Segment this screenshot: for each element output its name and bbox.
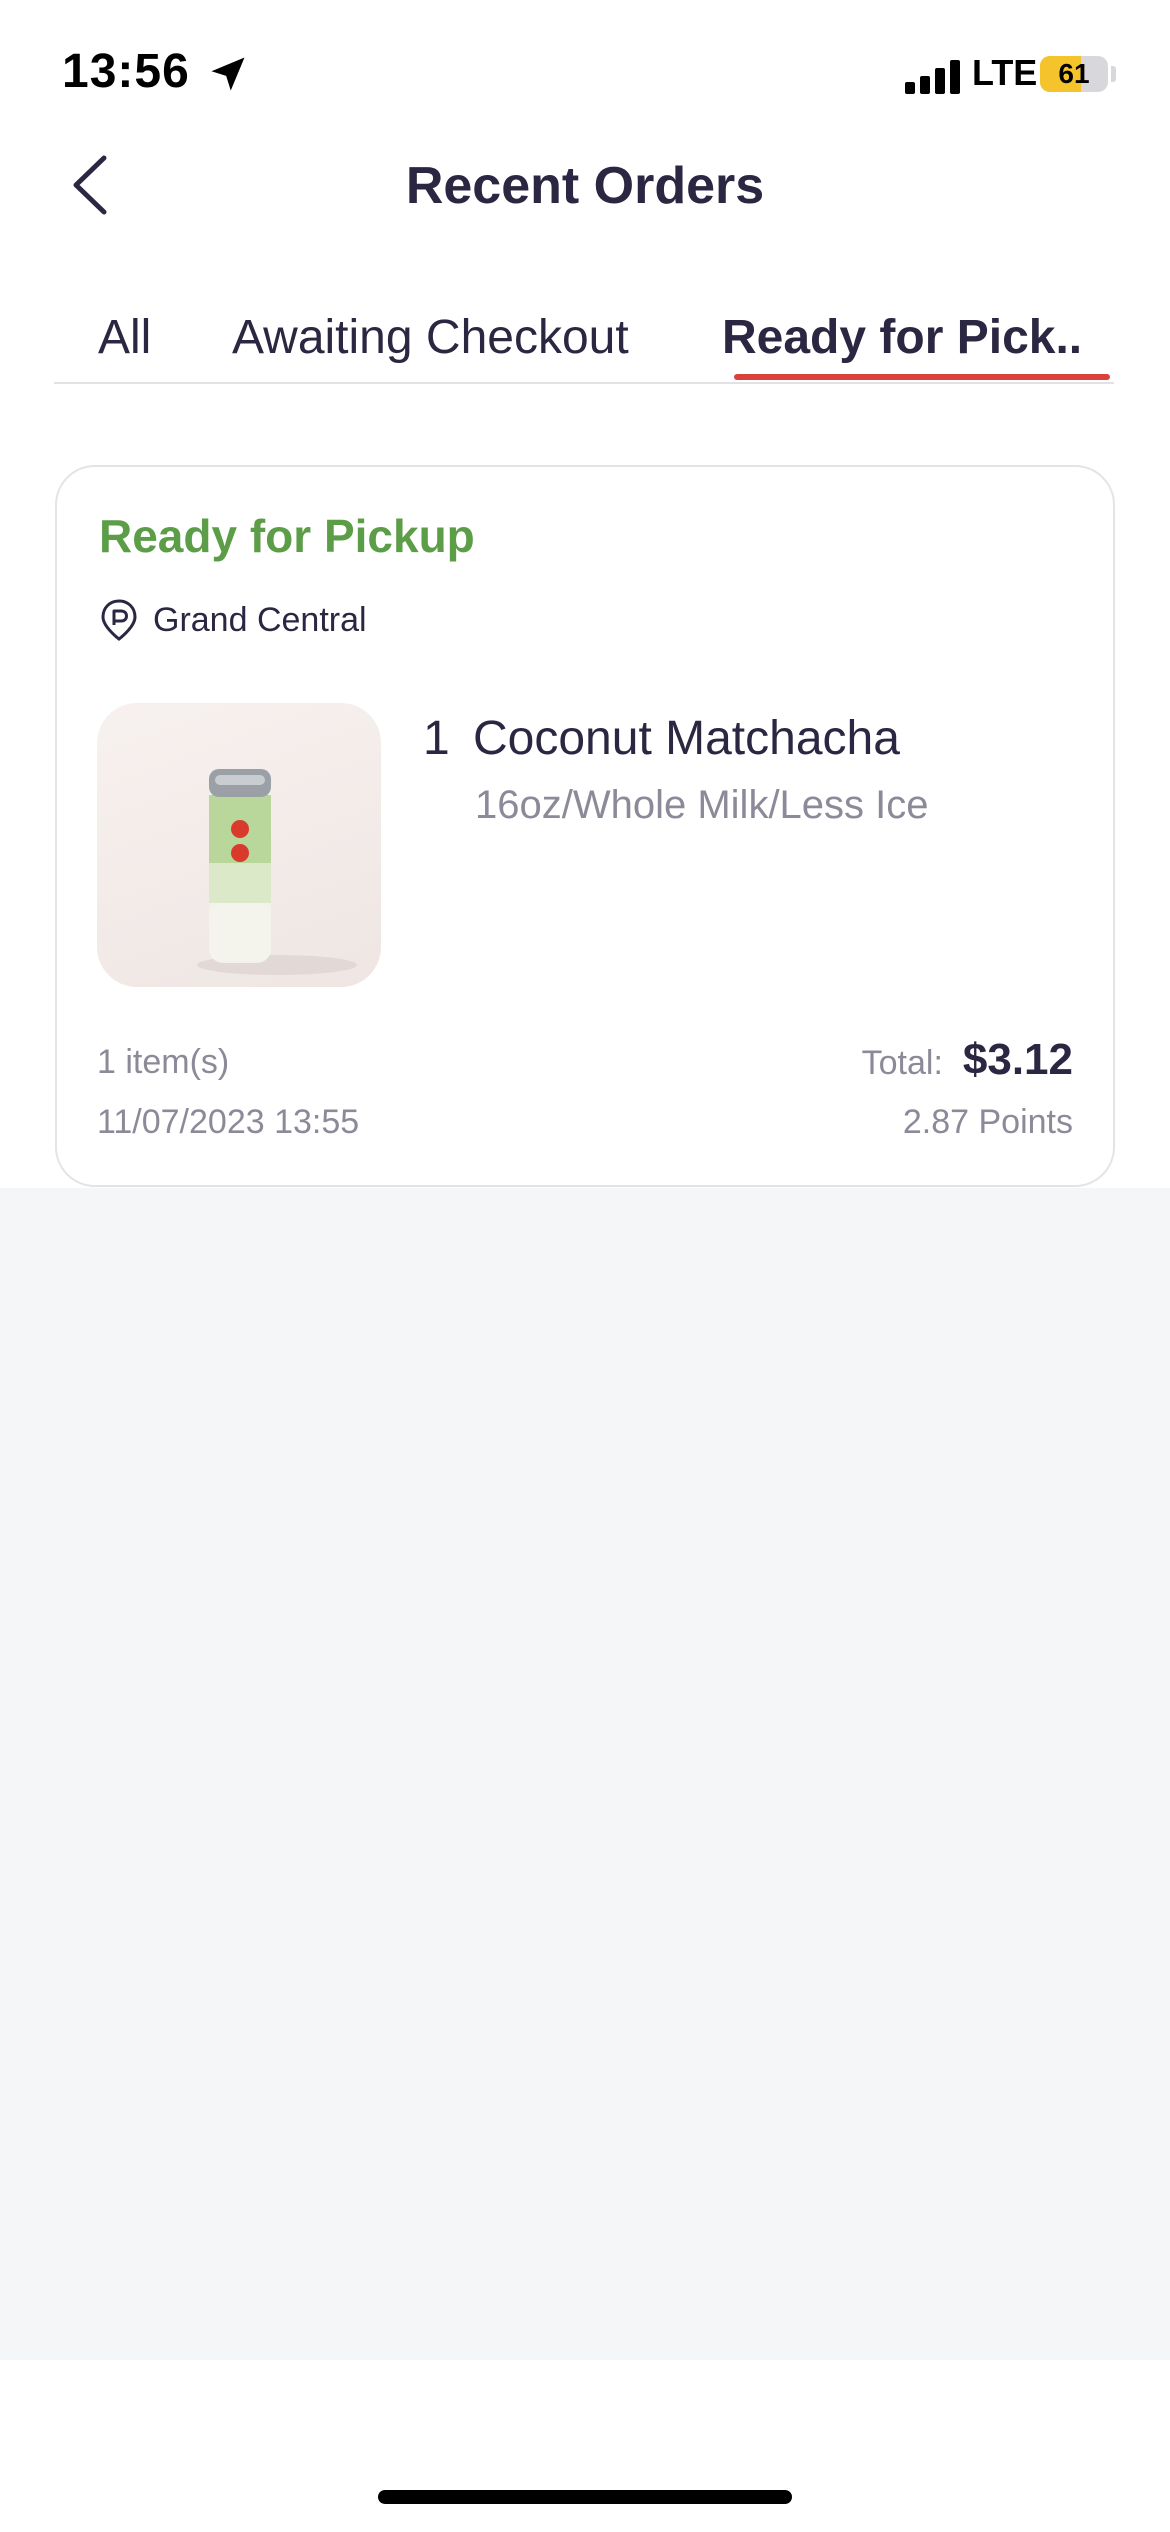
store-name: Grand Central [153,600,367,639]
location-arrow-icon [211,57,245,91]
home-indicator[interactable] [378,2490,792,2504]
item-quantity: 1 [423,712,450,765]
tab-ready-for-pickup[interactable]: Ready for Pick.. [722,310,1082,365]
order-status: Ready for Pickup [99,510,475,562]
drink-can-image [197,769,357,975]
content-background [0,1188,1170,2360]
tab-awaiting-checkout[interactable]: Awaiting Checkout [232,310,629,365]
tab-bar: All Awaiting Checkout Ready for Pick.. [54,300,1114,384]
item-count: 1 item(s) [97,1043,230,1081]
tab-all[interactable]: All [98,310,151,365]
location-pin-icon [101,599,137,641]
battery-cap [1111,66,1116,82]
item-options: 16oz/Whole Milk/Less Ice [475,783,929,827]
item-name: Coconut Matchacha [473,712,900,765]
item-thumbnail [97,703,381,987]
total-label: Total: [861,1044,943,1082]
points-earned: 2.87 Points [902,1103,1073,1141]
page-title: Recent Orders [405,157,765,215]
status-bar: 13:56 LTE 61 [0,0,1170,140]
network-label: LTE [972,52,1038,93]
signal-icon [905,58,965,94]
store-row: Grand Central [99,597,367,643]
total-value: $3.12 [962,1035,1073,1084]
active-tab-indicator [734,374,1110,380]
battery-icon: 61 [1040,56,1108,92]
battery-level: 61 [1058,58,1090,89]
status-time: 13:56 [62,45,190,98]
order-card[interactable]: Ready for Pickup Grand Central 1 Coconut… [55,465,1115,1187]
total-row: Total: $3.12 [862,1035,1073,1085]
order-date: 11/07/2023 13:55 [97,1103,360,1141]
